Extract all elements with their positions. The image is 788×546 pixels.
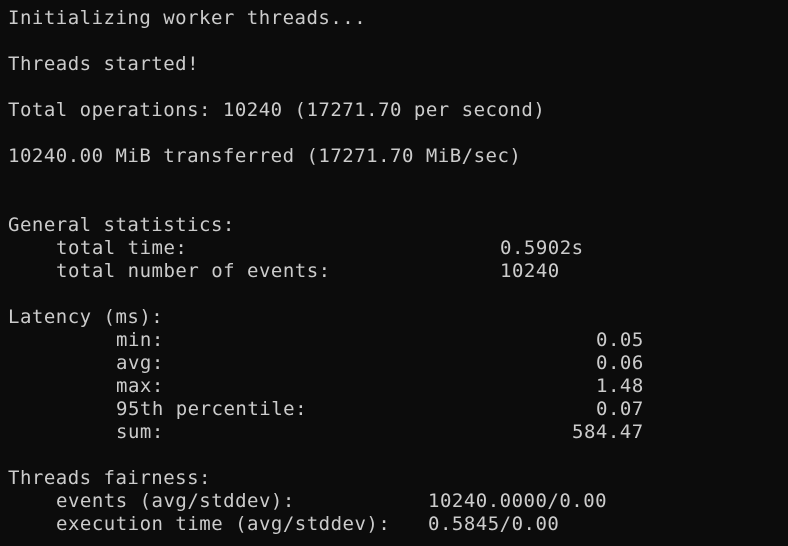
latency-p95-value: 0.07 — [596, 398, 644, 420]
latency-min-value: 0.05 — [596, 329, 644, 351]
total-events-label: total number of events: — [56, 260, 331, 282]
threads-started-message: Threads started! — [8, 53, 200, 75]
fairness-events-value: 10240.0000/0.00 — [428, 490, 608, 512]
latency-avg-value: 0.06 — [596, 352, 644, 374]
fairness-exec-value: 0.5845/0.00 — [428, 513, 560, 535]
transferred-line: 10240.00 MiB transferred (17271.70 MiB/s… — [8, 145, 522, 167]
latency-max-value: 1.48 — [596, 375, 644, 397]
latency-min-label: min: — [116, 329, 164, 351]
latency-sum-label: sum: — [116, 421, 164, 443]
total-time-value: 0.5902s — [500, 237, 584, 259]
fairness-exec-label: execution time (avg/stddev): — [56, 513, 391, 535]
latency-sum-value: 584.47 — [572, 421, 644, 443]
general-statistics-header: General statistics: — [8, 214, 235, 236]
total-time-label: total time: — [56, 237, 188, 259]
init-message: Initializing worker threads... — [8, 7, 367, 29]
latency-p95-label: 95th percentile: — [116, 398, 308, 420]
threads-fairness-header: Threads fairness: — [8, 467, 211, 489]
terminal-window[interactable]: Initializing worker threads... Threads s… — [0, 0, 788, 546]
latency-header: Latency (ms): — [8, 306, 164, 328]
total-operations-line: Total operations: 10240 (17271.70 per se… — [8, 99, 546, 121]
latency-max-label: max: — [116, 375, 164, 397]
total-events-value: 10240 — [500, 260, 560, 282]
fairness-events-label: events (avg/stddev): — [56, 490, 295, 512]
latency-avg-label: avg: — [116, 352, 164, 374]
